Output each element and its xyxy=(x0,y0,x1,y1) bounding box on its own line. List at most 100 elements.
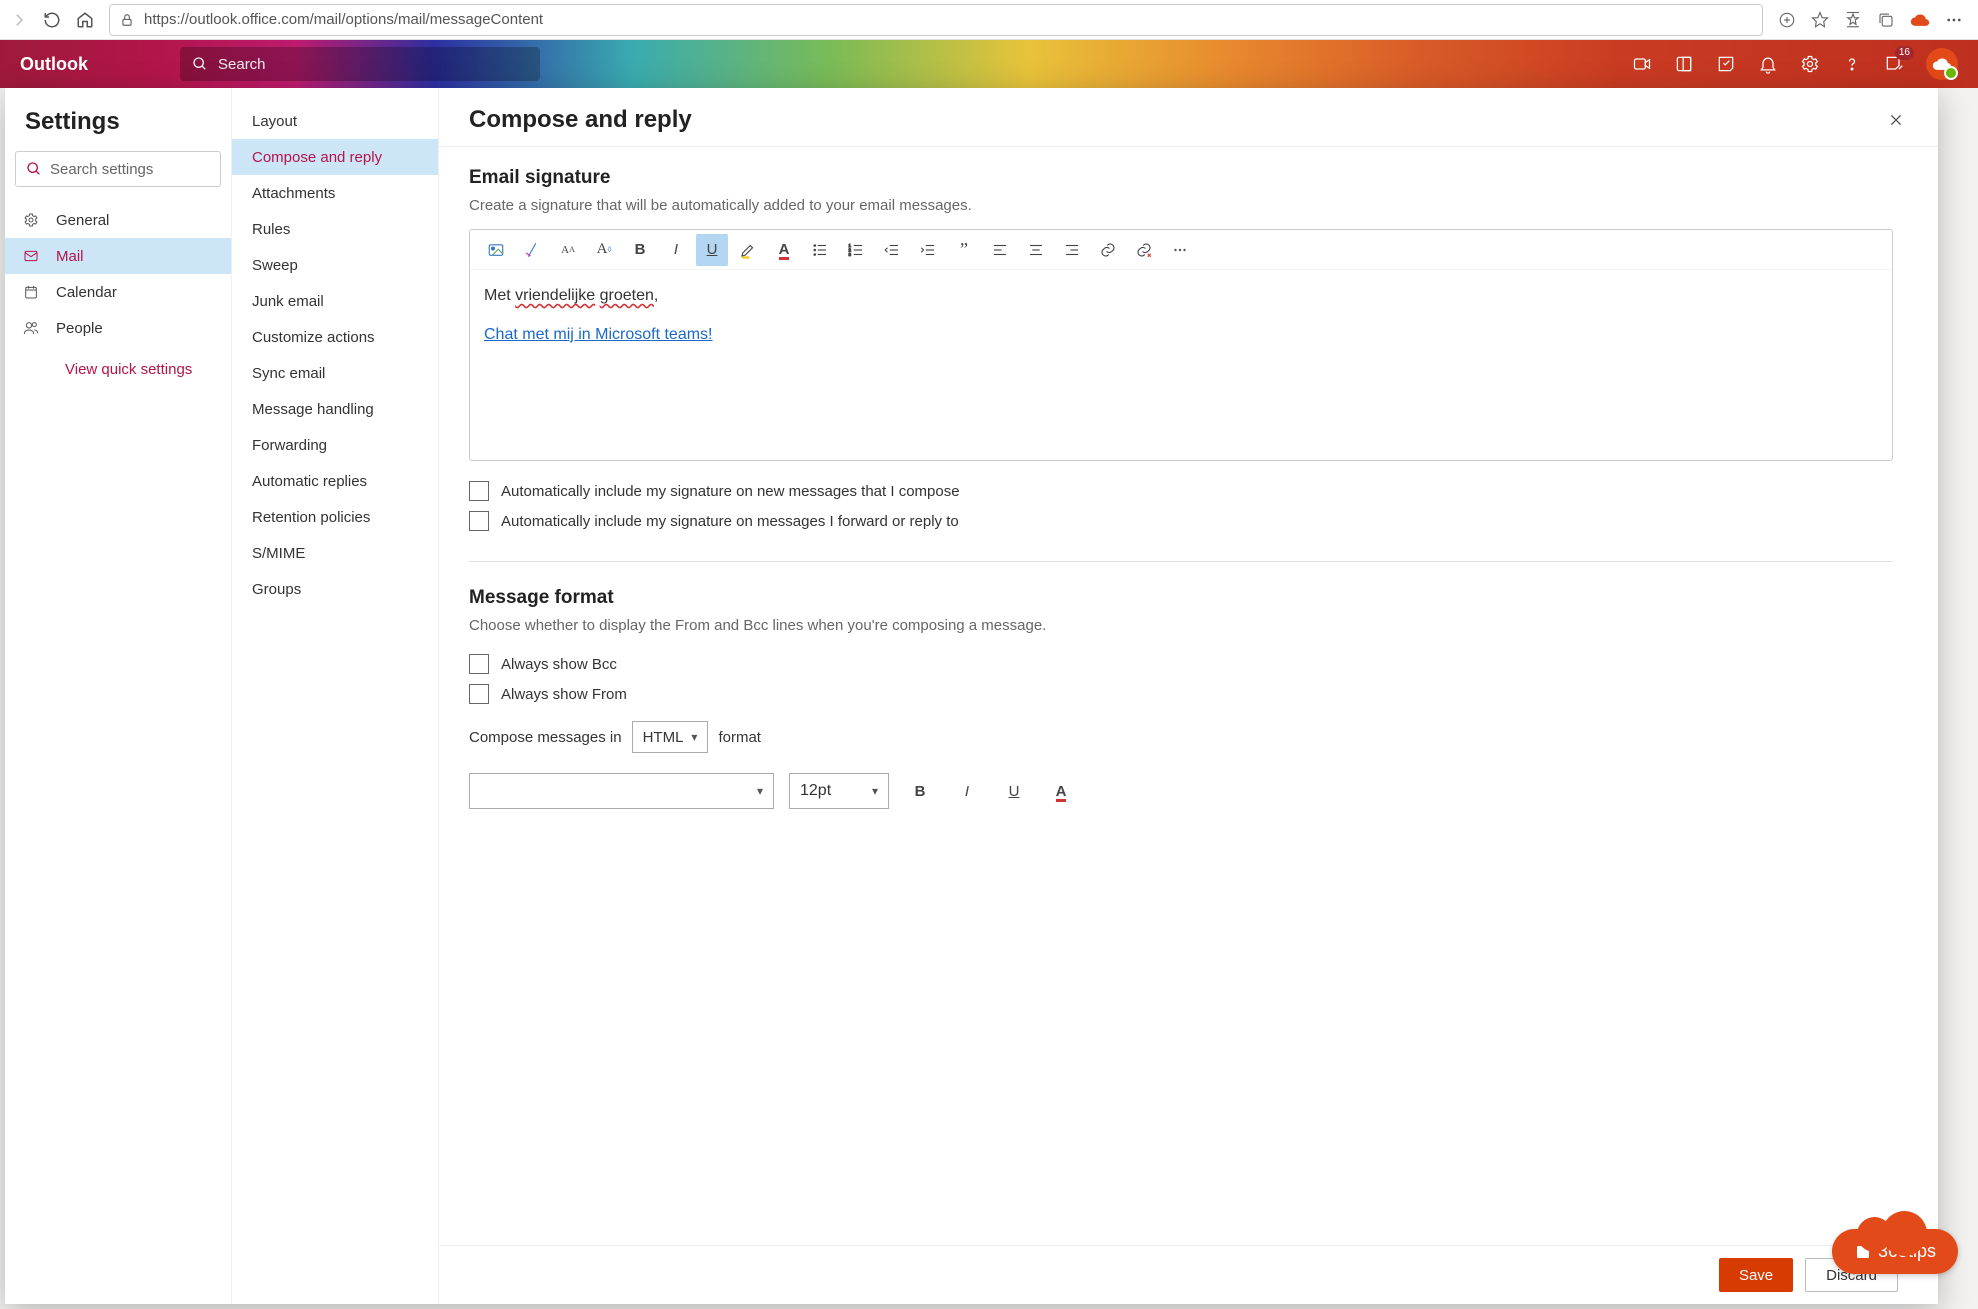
subcategory-customize-actions[interactable]: Customize actions xyxy=(232,319,438,355)
subcategory-automatic-replies[interactable]: Automatic replies xyxy=(232,463,438,499)
header-search[interactable]: Search xyxy=(180,47,540,81)
checkbox-signature-new[interactable]: Automatically include my signature on ne… xyxy=(469,476,1893,506)
my-day-icon[interactable] xyxy=(1674,54,1694,74)
highlight-icon[interactable] xyxy=(732,234,764,266)
insert-link-icon[interactable] xyxy=(1092,234,1124,266)
checkbox-icon[interactable] xyxy=(469,654,489,674)
default-font-color-icon[interactable]: A xyxy=(1045,775,1077,807)
subcategory-layout[interactable]: Layout xyxy=(232,103,438,139)
subcategory-groups[interactable]: Groups xyxy=(232,571,438,607)
mail-icon xyxy=(23,248,41,264)
home-icon[interactable] xyxy=(76,11,94,29)
subcategory-rules[interactable]: Rules xyxy=(232,211,438,247)
format-description: Choose whether to display the From and B… xyxy=(469,617,1893,634)
collections-icon[interactable] xyxy=(1877,11,1895,29)
checkbox-icon[interactable] xyxy=(469,511,489,531)
category-people[interactable]: People xyxy=(5,310,231,346)
compose-format-select[interactable]: HTML ▾ xyxy=(632,721,709,753)
signature-heading: Email signature xyxy=(469,167,1893,189)
indent-icon[interactable] xyxy=(912,234,944,266)
avatar[interactable] xyxy=(1926,48,1958,80)
more-formatting-icon[interactable] xyxy=(1164,234,1196,266)
forward-icon[interactable] xyxy=(10,11,28,29)
signature-line-1: Met vriendelijke groeten, xyxy=(484,282,1878,311)
browser-toolbar: https://outlook.office.com/mail/options/… xyxy=(0,0,1978,40)
footer-actions: Save Discard xyxy=(439,1246,1938,1304)
font-family-select[interactable]: ▾ xyxy=(469,773,774,809)
settings-main-column: Compose and reply Email signature Create… xyxy=(439,88,1938,1304)
numbered-list-icon[interactable]: 123 xyxy=(840,234,872,266)
remove-link-icon[interactable] xyxy=(1128,234,1160,266)
align-left-icon[interactable] xyxy=(984,234,1016,266)
subcategory-retention-policies[interactable]: Retention policies xyxy=(232,499,438,535)
activity-badge: 16 xyxy=(1895,46,1914,60)
page-title: Compose and reply xyxy=(469,106,692,134)
checkbox-icon[interactable] xyxy=(469,684,489,704)
checkbox-icon[interactable] xyxy=(469,481,489,501)
close-icon xyxy=(1888,112,1904,128)
underline-icon[interactable]: U xyxy=(696,234,728,266)
select-value: 12pt xyxy=(800,782,831,800)
signature-editor-body[interactable]: Met vriendelijke groeten, Chat met mij i… xyxy=(470,270,1892,460)
bold-icon[interactable]: B xyxy=(624,234,656,266)
help-icon[interactable] xyxy=(1842,54,1862,74)
align-right-icon[interactable] xyxy=(1056,234,1088,266)
subcategory-attachments[interactable]: Attachments xyxy=(232,175,438,211)
align-center-icon[interactable] xyxy=(1020,234,1052,266)
favorite-icon[interactable] xyxy=(1811,11,1829,29)
subcategory-compose-and-reply[interactable]: Compose and reply xyxy=(232,139,438,175)
signature-editor: AA A◊ B I U A 123 ” xyxy=(469,229,1893,461)
category-label: People xyxy=(56,320,103,337)
checkbox-always-bcc[interactable]: Always show Bcc xyxy=(469,649,1893,679)
subcategory-junk-email[interactable]: Junk email xyxy=(232,283,438,319)
bullet-list-icon[interactable] xyxy=(804,234,836,266)
select-value: HTML xyxy=(643,729,684,746)
outdent-icon[interactable] xyxy=(876,234,908,266)
subcategory-sweep[interactable]: Sweep xyxy=(232,247,438,283)
checkbox-always-from[interactable]: Always show From xyxy=(469,679,1893,709)
italic-icon[interactable]: I xyxy=(660,234,692,266)
default-bold-icon[interactable]: B xyxy=(904,775,936,807)
settings-gear-icon[interactable] xyxy=(1800,54,1820,74)
add-tab-icon[interactable] xyxy=(1778,11,1796,29)
clear-format-icon[interactable] xyxy=(516,234,548,266)
font-family-icon[interactable]: AA xyxy=(552,234,584,266)
subcategory-sync-email[interactable]: Sync email xyxy=(232,355,438,391)
insert-image-icon[interactable] xyxy=(480,234,512,266)
app-logo[interactable]: Outlook xyxy=(20,54,180,75)
view-quick-settings-link[interactable]: View quick settings xyxy=(15,351,221,387)
signature-description: Create a signature that will be automati… xyxy=(469,197,1893,214)
address-bar[interactable]: https://outlook.office.com/mail/options/… xyxy=(109,4,1763,36)
section-divider xyxy=(469,561,1893,562)
subcategory-forwarding[interactable]: Forwarding xyxy=(232,427,438,463)
search-icon xyxy=(192,56,208,72)
chevron-down-icon: ▾ xyxy=(691,730,697,744)
font-size-select[interactable]: 12pt ▾ xyxy=(789,773,889,809)
font-color-icon[interactable]: A xyxy=(768,234,800,266)
settings-search-placeholder: Search settings xyxy=(50,161,153,178)
search-icon xyxy=(26,161,42,177)
notifications-icon[interactable] xyxy=(1758,54,1778,74)
category-mail[interactable]: Mail xyxy=(5,238,231,274)
meet-now-icon[interactable] xyxy=(1632,54,1652,74)
favorites-bar-icon[interactable] xyxy=(1844,11,1862,29)
more-icon[interactable] xyxy=(1945,11,1963,29)
settings-search[interactable]: Search settings xyxy=(15,151,221,187)
subcategory-message-handling[interactable]: Message handling xyxy=(232,391,438,427)
quote-icon[interactable]: ” xyxy=(948,234,980,266)
notes-icon[interactable] xyxy=(1716,54,1736,74)
font-size-icon[interactable]: A◊ xyxy=(588,234,620,266)
default-italic-icon[interactable]: I xyxy=(951,775,983,807)
checkbox-signature-reply[interactable]: Automatically include my signature on me… xyxy=(469,506,1893,536)
category-calendar[interactable]: Calendar xyxy=(5,274,231,310)
url-text: https://outlook.office.com/mail/options/… xyxy=(144,11,543,28)
profile-cloud-icon[interactable] xyxy=(1910,10,1930,30)
category-general[interactable]: General xyxy=(5,202,231,238)
refresh-icon[interactable] xyxy=(43,11,61,29)
signature-link[interactable]: Chat met mij in Microsoft teams! xyxy=(484,326,713,343)
subcategory-smime[interactable]: S/MIME xyxy=(232,535,438,571)
default-underline-icon[interactable]: U xyxy=(998,775,1030,807)
activity-icon[interactable]: 16 xyxy=(1884,54,1904,74)
close-button[interactable] xyxy=(1884,108,1908,132)
save-button[interactable]: Save xyxy=(1719,1258,1793,1292)
